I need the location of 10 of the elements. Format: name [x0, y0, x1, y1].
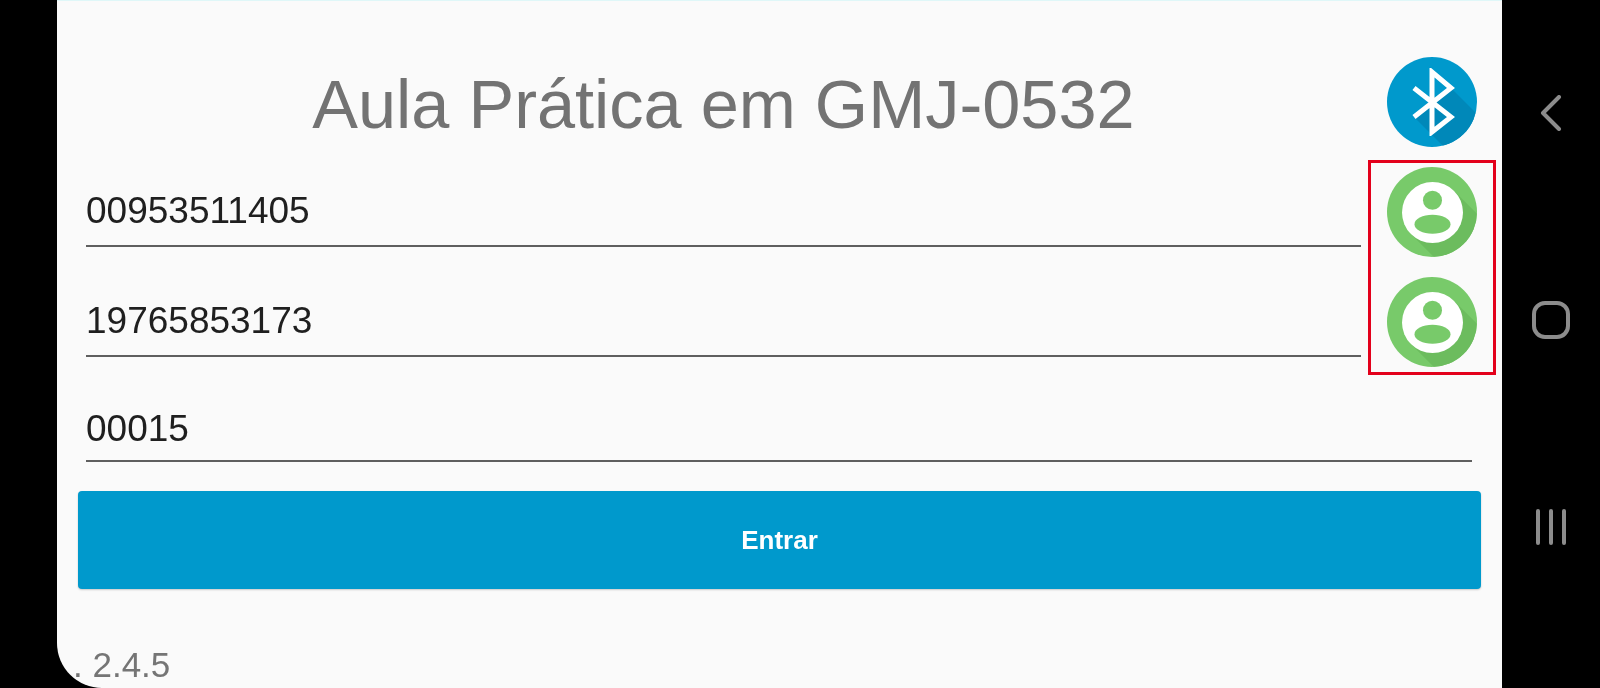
input-field[interactable]: 00953511405	[86, 193, 1361, 247]
version-label: . 2.4.5	[73, 647, 171, 682]
chevron-icon	[1540, 95, 1562, 131]
input-field[interactable]: 00015	[86, 408, 1472, 462]
person-icon	[1401, 181, 1463, 243]
input-field[interactable]: 19765853173	[86, 303, 1361, 357]
rounded-square-icon	[1532, 301, 1570, 339]
person-icon	[1401, 291, 1463, 353]
screen-title: Aula Prática em GMJ-0532	[311, 69, 1136, 140]
three-bars-icon	[1535, 509, 1567, 545]
